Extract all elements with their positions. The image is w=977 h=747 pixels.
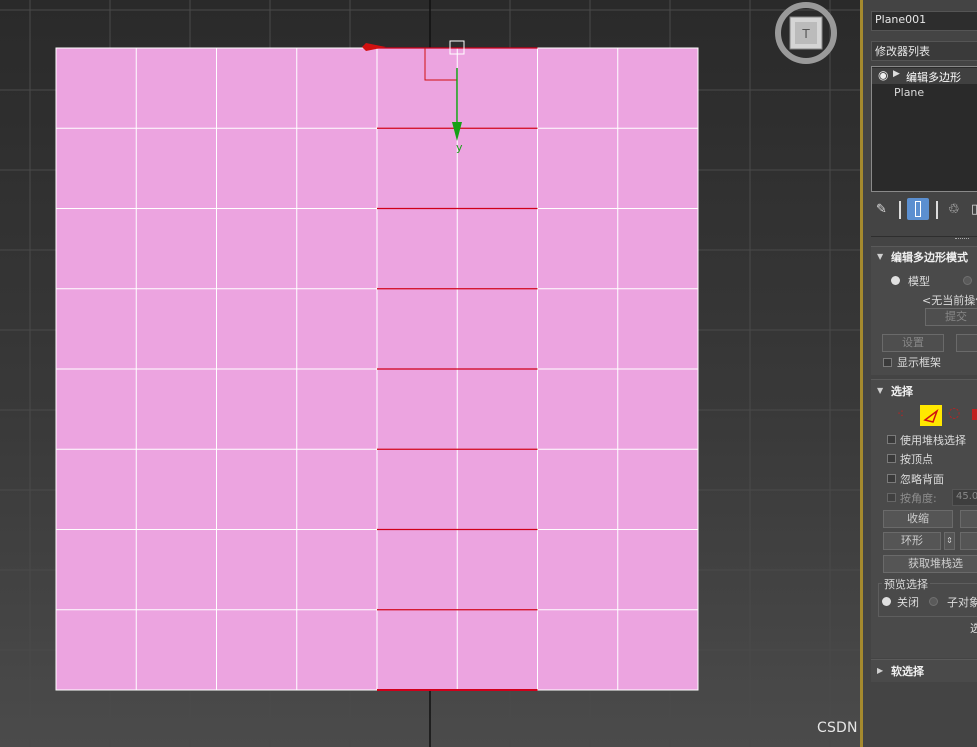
show-cage-checkbox[interactable]: [883, 358, 892, 367]
soft-selection-title[interactable]: 软选择: [891, 663, 924, 679]
selection-status-text: 选: [970, 622, 977, 635]
expand-arrow-icon[interactable]: ▶: [893, 69, 900, 79]
by-vertex-label: 按顶点: [900, 453, 933, 466]
polygon-mode-icon[interactable]: [972, 409, 977, 420]
get-stack-selection-button[interactable]: 获取堆栈选: [883, 555, 977, 573]
cancel-button[interactable]: [956, 334, 977, 352]
collapse-triangle-icon[interactable]: ▼: [877, 252, 883, 261]
ignore-backfacing-checkbox[interactable]: [887, 474, 896, 483]
object-name-field[interactable]: Plane001: [871, 11, 977, 31]
preview-off-label: 关闭: [897, 596, 919, 609]
model-radio-label: 模型: [908, 275, 930, 288]
make-unique-icon[interactable]: ♲: [948, 202, 960, 217]
selection-title[interactable]: 选择: [891, 383, 913, 399]
panel-separator: [871, 236, 977, 237]
stack-item-label: 编辑多边形: [906, 71, 961, 84]
modifier-list-dropdown[interactable]: 修改器列表: [871, 41, 977, 61]
animate-radio[interactable]: [963, 276, 972, 285]
settings-button[interactable]: 设置: [882, 334, 944, 352]
drag-handle-icon[interactable]: [955, 238, 969, 241]
ignore-backfacing-label: 忽略背面: [900, 473, 944, 486]
shrink-button[interactable]: 收缩: [883, 510, 953, 528]
preview-subobject-radio[interactable]: [929, 597, 938, 606]
ring-button[interactable]: 环形: [883, 532, 941, 550]
separator-icon: [899, 201, 901, 219]
edit-poly-mode-title[interactable]: 编辑多边形模式: [891, 249, 968, 265]
model-radio[interactable]: [891, 276, 900, 285]
vertex-mode-icon[interactable]: ⁖: [897, 407, 904, 421]
edit-poly-mode-rollout: ▼ 编辑多边形模式 模型 <无当前操作 提交 设置 显示框架: [871, 246, 977, 375]
ring-spinner-icon[interactable]: ⇕: [944, 532, 955, 550]
border-mode-icon[interactable]: ◌: [948, 405, 960, 421]
edge-mode-icon[interactable]: [920, 405, 942, 426]
command-panel: Plane001 修改器列表 ◉ ▶ 编辑多边形 Plane ✎ ♲ ▯ ▼ 编…: [863, 0, 977, 747]
by-angle-checkbox[interactable]: [887, 493, 896, 502]
grow-button[interactable]: [960, 510, 977, 528]
loop-button[interactable]: [960, 532, 977, 550]
use-stack-selection-checkbox[interactable]: [887, 435, 896, 444]
pin-stack-icon[interactable]: ✎: [876, 202, 887, 217]
current-operation-status: <无当前操作: [922, 294, 977, 307]
use-stack-selection-label: 使用堆栈选择: [900, 434, 966, 447]
stack-item-edit-poly[interactable]: ◉ ▶ 编辑多边形: [872, 68, 977, 84]
viewport[interactable]: y T: [0, 0, 862, 747]
expand-triangle-icon[interactable]: ▶: [877, 666, 883, 675]
viewcube-top-glyph: T: [801, 27, 810, 41]
separator-2-icon: [936, 201, 938, 219]
modifier-stack[interactable]: ◉ ▶ 编辑多边形 Plane: [871, 66, 977, 192]
remove-modifier-icon[interactable]: ▯: [971, 202, 977, 217]
stack-item-plane[interactable]: Plane: [894, 86, 924, 99]
show-cage-label: 显示框架: [897, 356, 941, 369]
preview-selection-label: 预览选择: [882, 576, 930, 592]
preview-off-radio[interactable]: [882, 597, 891, 606]
viewport-canvas[interactable]: y T: [0, 0, 862, 747]
selection-rollout: ▼ 选择 ⁖ ◌ 使用堆栈选择 按顶点 忽略背面 按角度: 45.0 收缩 环形…: [871, 379, 977, 658]
soft-selection-rollout: ▶ 软选择: [871, 659, 977, 682]
eye-icon[interactable]: ◉: [878, 68, 888, 82]
angle-spinner[interactable]: 45.0: [952, 489, 977, 506]
gizmo-y-label: y: [456, 141, 463, 154]
commit-button[interactable]: 提交: [925, 308, 977, 326]
by-angle-label: 按角度:: [900, 492, 937, 505]
show-end-result-icon[interactable]: [907, 198, 929, 220]
collapse-triangle-icon[interactable]: ▼: [877, 386, 883, 395]
viewcube[interactable]: T: [775, 2, 837, 64]
by-vertex-checkbox[interactable]: [887, 454, 896, 463]
preview-subobject-label: 子对象: [947, 596, 977, 609]
